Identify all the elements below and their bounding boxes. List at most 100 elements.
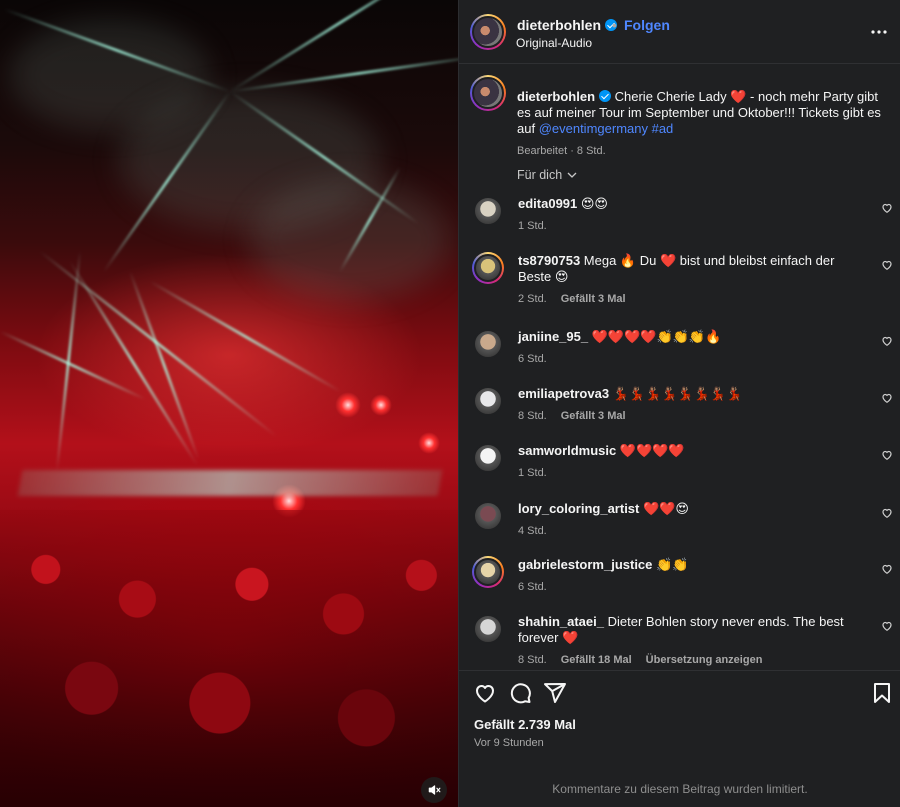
comment-like-button[interactable]: [881, 620, 893, 632]
comment-meta: 1 Std.: [518, 220, 561, 232]
comment-text: lory_coloring_artist ❤️❤️😍: [518, 501, 868, 517]
comment-like-button[interactable]: [881, 202, 893, 214]
comment-text: edita0991 😍😍: [518, 196, 868, 212]
comments-limited-notice: Kommentare zu diesem Beitrag wurden limi…: [552, 782, 808, 796]
comment-button[interactable]: [508, 681, 532, 705]
comment-like-button[interactable]: [881, 335, 893, 347]
comment-sort-label: Für dich: [517, 168, 563, 182]
laser-beam: [149, 280, 342, 393]
comments-scroll-area[interactable]: dieterbohlen Cherie Cherie Lady ❤️ - noc…: [459, 65, 900, 670]
comment-meta: 1 Std.: [518, 467, 561, 479]
commenter-username[interactable]: janiine_95_: [518, 329, 588, 344]
translate-link[interactable]: Übersetzung anzeigen: [646, 654, 763, 666]
caption-text: dieterbohlen Cherie Cherie Lady ❤️ - noc…: [517, 89, 887, 137]
follow-button[interactable]: Folgen: [624, 17, 670, 33]
stage-light: [335, 392, 361, 418]
post-video[interactable]: [0, 0, 458, 807]
comment-time: 4 Std.: [518, 525, 547, 537]
speaker-muted-icon: [428, 785, 441, 795]
commenter-username[interactable]: shahin_ataei_: [518, 614, 604, 629]
heart-icon: [882, 336, 892, 346]
comment-like-button[interactable]: [881, 392, 893, 404]
commenter-username[interactable]: lory_coloring_artist: [518, 501, 639, 516]
post-details-panel: dieterbohlen • Folgen Original-Audio die…: [458, 0, 900, 807]
save-button[interactable]: [870, 681, 894, 705]
caption-mention[interactable]: @eventimgermany: [539, 121, 648, 136]
comment-icon: [510, 683, 531, 704]
comment-body: ❤️❤️❤️❤️👏👏👏🔥: [588, 329, 722, 344]
commenter-username[interactable]: gabrielestorm_justice: [518, 557, 652, 572]
commenter-avatar[interactable]: [473, 329, 503, 359]
comment-text: ts8790753 Mega 🔥 Du ❤️ bist und bleibst …: [518, 253, 868, 285]
comment-like-count[interactable]: Gefällt 3 Mal: [561, 410, 626, 422]
more-options-button[interactable]: [867, 20, 891, 44]
comment-time: 6 Std.: [518, 353, 547, 365]
heart-icon: [882, 508, 892, 518]
commenter-username[interactable]: samworldmusic: [518, 443, 616, 458]
laser-beam: [229, 0, 452, 93]
author-username[interactable]: dieterbohlen: [517, 17, 618, 33]
chevron-down-icon: [567, 172, 577, 178]
commenter-avatar[interactable]: [473, 386, 503, 416]
comment-text: shahin_ataei_ Dieter Bohlen story never …: [518, 614, 868, 646]
concert-crowd: [0, 510, 458, 807]
comment-body: ❤️❤️😍: [639, 501, 689, 516]
comment-like-button[interactable]: [881, 563, 893, 575]
comment-like-button[interactable]: [881, 507, 893, 519]
mute-button[interactable]: [421, 777, 447, 803]
stage-haze: [250, 180, 450, 300]
comment-text: gabrielestorm_justice 👏👏: [518, 557, 868, 573]
comment-body: ❤️❤️❤️❤️: [616, 443, 685, 458]
comment-meta: 6 Std.: [518, 353, 561, 365]
caption-hashtag[interactable]: #ad: [648, 121, 674, 136]
comment-meta: 8 Std. Gefällt 3 Mal: [518, 410, 640, 422]
commenter-username[interactable]: ts8790753: [518, 253, 580, 268]
heart-icon: [476, 685, 494, 703]
heart-icon: [882, 564, 892, 574]
commenter-avatar[interactable]: [473, 196, 503, 226]
comment-text: samworldmusic ❤️❤️❤️❤️: [518, 443, 868, 459]
concert-stage: [17, 470, 443, 496]
author-avatar[interactable]: [470, 75, 506, 111]
commenter-avatar[interactable]: [472, 252, 504, 284]
post-timestamp: Vor 9 Stunden: [474, 737, 544, 749]
stage-light: [370, 394, 392, 416]
post-header: dieterbohlen • Folgen Original-Audio: [459, 0, 900, 64]
stage-light: [418, 432, 440, 454]
comment-meta: 4 Std.: [518, 525, 561, 537]
comment-body: 😍😍: [577, 196, 608, 211]
heart-icon: [882, 393, 892, 403]
comment-text: emiliapetrova3 💃🏽💃🏽💃🏽💃🏽💃🏽💃🏽💃🏽💃🏽: [518, 386, 868, 402]
like-count[interactable]: Gefällt 2.739 Mal: [474, 717, 576, 732]
commenter-avatar[interactable]: [473, 443, 503, 473]
audio-link[interactable]: Original-Audio: [516, 36, 592, 50]
comment-time: 2 Std.: [518, 293, 547, 305]
commenter-username[interactable]: edita0991: [518, 196, 577, 211]
laser-beam: [68, 260, 199, 466]
commenter-avatar[interactable]: [473, 614, 503, 644]
comment-like-count[interactable]: Gefällt 18 Mal: [561, 654, 632, 666]
comment-time: 1 Std.: [518, 467, 547, 479]
comment-like-button[interactable]: [881, 449, 893, 461]
laser-beam: [229, 53, 458, 93]
comment-meta: 6 Std.: [518, 581, 561, 593]
bookmark-icon: [874, 683, 890, 703]
more-horizontal-icon: [871, 30, 887, 34]
separator-dot: •: [612, 17, 617, 33]
comment-meta: 2 Std. Gefällt 3 Mal: [518, 293, 640, 305]
comment-time: 8 Std.: [518, 654, 547, 666]
share-button[interactable]: [543, 681, 567, 705]
comment-body: 💃🏽💃🏽💃🏽💃🏽💃🏽💃🏽💃🏽💃🏽: [609, 386, 743, 401]
author-avatar[interactable]: [470, 14, 506, 50]
heart-icon: [882, 260, 892, 270]
commenter-avatar[interactable]: [472, 556, 504, 588]
caption-author[interactable]: dieterbohlen: [517, 89, 595, 104]
commenter-avatar[interactable]: [473, 501, 503, 531]
comment-time: 1 Std.: [518, 220, 547, 232]
comment-like-button[interactable]: [881, 259, 893, 271]
commenter-username[interactable]: emiliapetrova3: [518, 386, 609, 401]
comment-sort-dropdown[interactable]: Für dich: [517, 168, 577, 182]
like-button[interactable]: [473, 681, 497, 705]
verified-badge-icon: [599, 90, 612, 102]
comment-like-count[interactable]: Gefällt 3 Mal: [561, 293, 626, 305]
